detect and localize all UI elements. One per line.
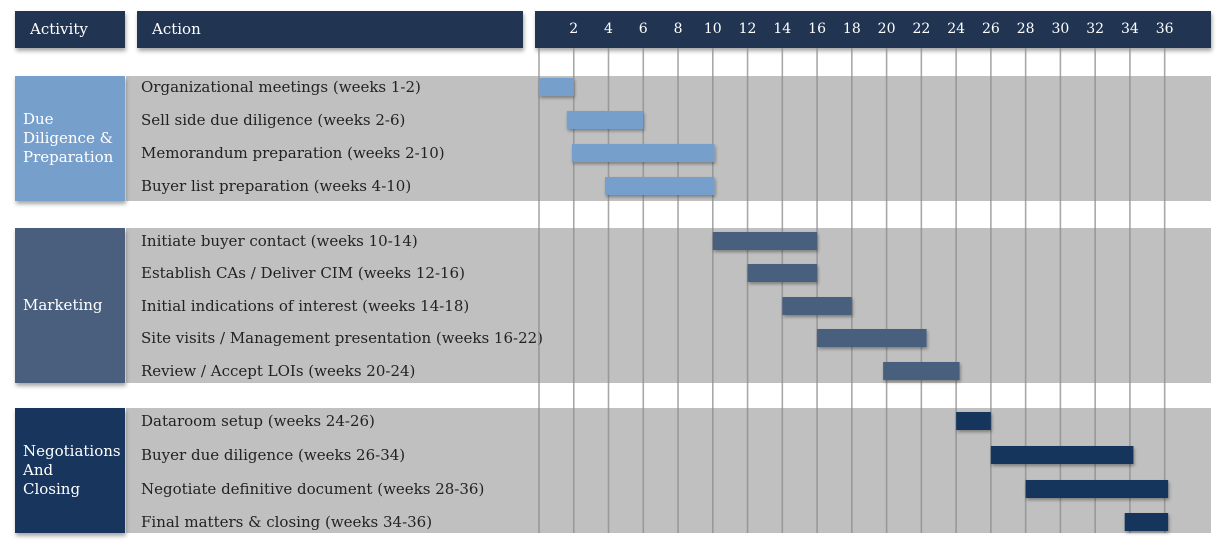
task-bar — [883, 362, 960, 380]
task-bar — [990, 446, 1134, 464]
task-bar — [712, 232, 818, 250]
gantt-chart — [538, 48, 1169, 533]
task-bar — [605, 177, 715, 195]
task-bar — [817, 329, 927, 347]
task-bar — [572, 144, 715, 162]
task-bar — [539, 78, 574, 96]
task-bar — [956, 412, 991, 430]
task-bar — [1124, 513, 1169, 531]
task-bar — [566, 111, 644, 129]
task-bar — [1025, 480, 1169, 498]
task-bar — [782, 297, 852, 315]
task-bar — [747, 264, 818, 282]
